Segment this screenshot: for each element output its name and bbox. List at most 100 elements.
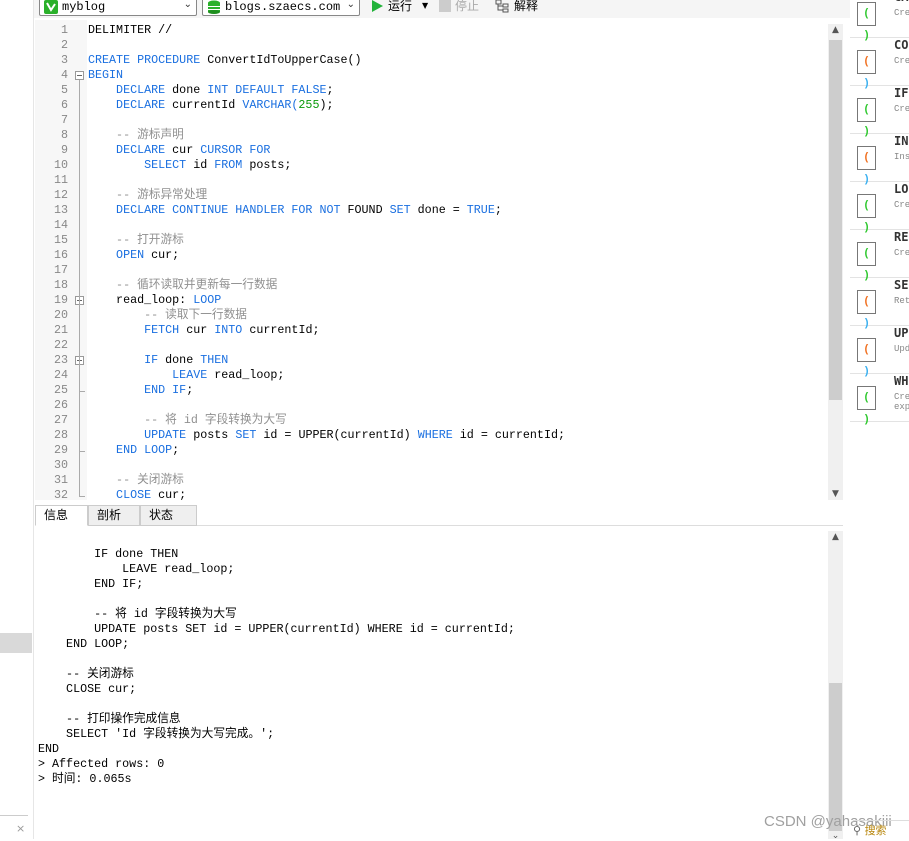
code-line: 23 IF done THEN <box>35 353 825 368</box>
connection-select[interactable]: blogs.szaecs.com ⌄ <box>202 0 360 16</box>
output-scrollbar[interactable]: ▲ ⌄ <box>828 531 843 841</box>
output-line: -- 关闭游标 <box>38 667 134 681</box>
caret-down-icon[interactable]: ▼ <box>422 1 428 10</box>
line-number: 9 <box>60 143 68 157</box>
snippet-item[interactable]: ( ) WH Cre exp <box>850 374 909 426</box>
code-token: ; <box>326 83 334 97</box>
snippet-description: Ret <box>894 296 909 306</box>
snippet-name: IF <box>894 86 909 100</box>
scroll-down-icon[interactable]: ▼ <box>828 489 843 499</box>
snippet-item[interactable]: ( ) RE Cre <box>850 230 909 282</box>
editor-scrollbar[interactable]: ▲ ▼ <box>828 24 843 500</box>
snippet-item[interactable]: ( ) SE Ret <box>850 278 909 330</box>
snippet-description: Ins <box>894 152 909 162</box>
snippet-item[interactable]: ( ) LO Cre <box>850 182 909 234</box>
code-token: cur <box>186 323 215 337</box>
code-token: currentId; <box>249 323 320 337</box>
code-line: 27 -- 将 id 字段转换为大写 <box>35 413 825 428</box>
code-token: ConvertIdToUpperCase() <box>207 53 362 67</box>
scroll-up-icon[interactable]: ▲ <box>828 532 843 542</box>
output-line: CLOSE cur; <box>38 682 137 696</box>
code-token: id = currentId; <box>459 428 565 442</box>
code-token: DELIMITER // <box>88 23 173 37</box>
database-select[interactable]: myblog ⌄ <box>39 0 197 16</box>
snippet-file-icon: ( ) <box>857 50 876 90</box>
code-token: posts; <box>249 158 292 172</box>
explain-button[interactable]: 解释 <box>495 0 538 14</box>
code-line: 8 -- 游标声明 <box>35 128 825 143</box>
line-number: 13 <box>53 203 68 217</box>
line-number: 20 <box>53 308 68 322</box>
run-button[interactable]: 运行 ▼ <box>371 0 428 14</box>
scroll-thumb[interactable] <box>829 683 842 831</box>
code-token: -- 循环读取并更新每一行数据 <box>88 278 278 292</box>
line-number: 1 <box>60 23 68 37</box>
snippet-item[interactable]: ( ) IN Ins <box>850 134 909 186</box>
snippet-name: CO <box>894 38 909 52</box>
code-line: 10 SELECT id FROM posts; <box>35 158 825 173</box>
search-button[interactable]: ⚲ 搜索 <box>853 820 909 838</box>
sql-editor[interactable]: 1 DELIMITER // 2 3 CREATE PROCEDURE ConvertI… <box>35 20 843 500</box>
tab-profile[interactable]: 剖析 <box>88 505 140 526</box>
close-icon[interactable]: × <box>16 822 25 835</box>
explain-icon <box>495 0 509 12</box>
run-label: 运行 <box>388 0 413 13</box>
tab-label: 状态 <box>149 508 174 522</box>
output-line: END IF; <box>38 577 144 591</box>
selected-item[interactable] <box>0 633 32 653</box>
output-line: > 时间: 0.065s <box>38 772 132 786</box>
code-line: 16 OPEN cur; <box>35 248 825 263</box>
code-token: END LOOP <box>88 443 173 457</box>
chevron-down-icon: ⌄ <box>346 0 355 10</box>
tab-info[interactable]: 信息 <box>35 505 88 526</box>
code-token: CLOSE <box>88 488 159 500</box>
output-line: END <box>38 742 60 756</box>
line-number: 28 <box>53 428 68 442</box>
snippet-file-icon: ( ) <box>857 386 876 426</box>
code-line: 25 END IF; <box>35 383 825 398</box>
tab-label: 信息 <box>44 508 69 522</box>
snippet-description: Cre <box>894 200 909 210</box>
tab-status[interactable]: 状态 <box>140 505 197 526</box>
snippet-item[interactable]: ( ) UP Upd <box>850 326 909 378</box>
server-icon <box>208 0 220 14</box>
line-number: 17 <box>53 263 68 277</box>
code-line: 24 LEAVE read_loop; <box>35 368 825 383</box>
fold-toggle-icon[interactable] <box>75 71 84 80</box>
snippet-item[interactable]: ( ) CO Cre <box>850 38 909 90</box>
chevron-down-icon: ⌄ <box>183 0 192 10</box>
line-number: 7 <box>60 113 68 127</box>
code-line: 14 <box>35 218 825 233</box>
code-token: -- 关闭游标 <box>88 473 184 487</box>
code-line: 32 CLOSE cur; <box>35 488 825 500</box>
line-number: 16 <box>53 248 68 262</box>
code-token: FOUND <box>347 203 390 217</box>
snippet-item[interactable]: ( ) IF Cre <box>850 86 909 138</box>
explain-label: 解释 <box>514 0 539 13</box>
line-number: 10 <box>53 158 68 172</box>
code-token: ; <box>494 203 502 217</box>
scroll-up-icon[interactable]: ▲ <box>828 25 843 35</box>
code-token: UPDATE <box>88 428 194 442</box>
snippet-file-icon: ( ) <box>857 2 876 42</box>
code-token: SET <box>389 203 418 217</box>
code-token: read_loop: <box>88 293 194 307</box>
line-number: 24 <box>53 368 68 382</box>
code-token: END IF <box>88 383 187 397</box>
snippet-description: Cre exp <box>894 392 909 412</box>
snippet-description: Cre <box>894 8 909 18</box>
code-token: read_loop; <box>214 368 285 382</box>
scroll-thumb[interactable] <box>829 40 842 400</box>
code-token: TRUE <box>466 203 495 217</box>
stop-button[interactable]: 停止 <box>439 0 479 14</box>
scroll-down-icon[interactable]: ⌄ <box>828 831 843 841</box>
snippet-item[interactable]: ( ) CA Cre <box>850 0 909 42</box>
code-token: IF <box>88 353 166 367</box>
code-line: 15 -- 打开游标 <box>35 233 825 248</box>
code-token: -- 游标声明 <box>88 128 184 142</box>
result-tabs: 信息 剖析 状态 <box>35 505 843 526</box>
left-panel: × <box>0 0 34 839</box>
code-token: FROM <box>214 158 250 172</box>
code-line: 4 BEGIN <box>35 68 825 83</box>
output-line: END LOOP; <box>38 637 130 651</box>
